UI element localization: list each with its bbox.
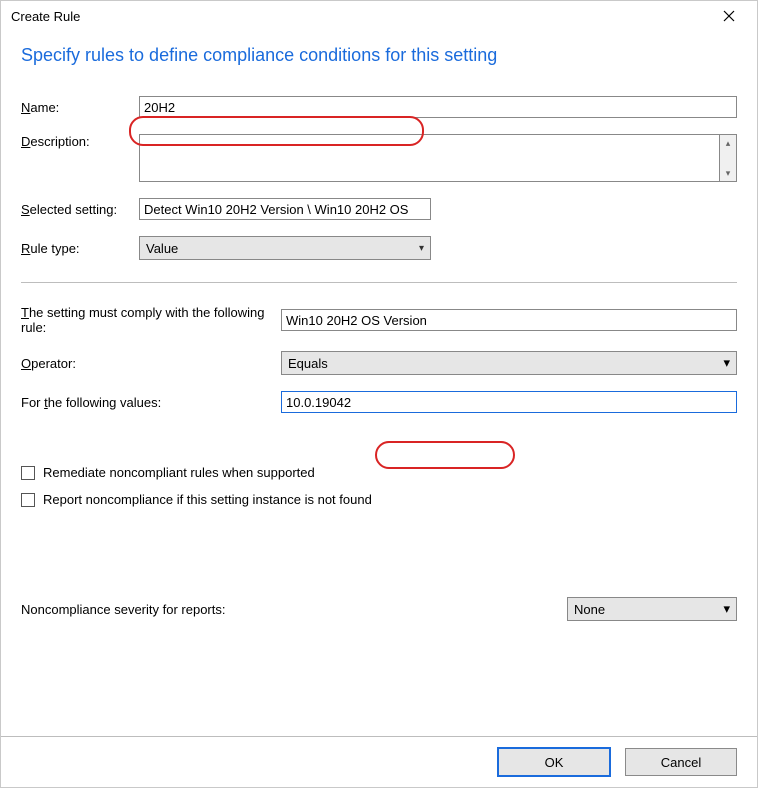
- chevron-down-icon: ▾: [723, 355, 730, 371]
- remediate-checkbox[interactable]: [21, 466, 35, 480]
- close-button[interactable]: [707, 2, 751, 30]
- ok-button[interactable]: OK: [497, 747, 611, 777]
- noncompliance-combo[interactable]: None ▾: [567, 597, 737, 621]
- rule-type-value: Value: [146, 241, 178, 256]
- description-scrollbar[interactable]: ▴ ▾: [719, 134, 737, 182]
- scroll-down-icon: ▾: [720, 165, 736, 181]
- separator: [21, 282, 737, 283]
- titlebar: Create Rule: [1, 1, 757, 31]
- window-title: Create Rule: [11, 9, 80, 24]
- operator-label: Operator:: [21, 356, 281, 371]
- report-notfound-checkbox[interactable]: [21, 493, 35, 507]
- description-input[interactable]: [139, 134, 719, 182]
- description-label: Description:: [21, 134, 139, 149]
- values-label: For the following values:: [21, 395, 281, 410]
- operator-combo[interactable]: Equals ▾: [281, 351, 737, 375]
- noncompliance-label: Noncompliance severity for reports:: [21, 602, 567, 617]
- report-notfound-label: Report noncompliance if this setting ins…: [43, 492, 372, 507]
- values-input[interactable]: [281, 391, 737, 413]
- chevron-down-icon: ▾: [723, 601, 730, 617]
- rule-type-combo[interactable]: Value ▾: [139, 236, 431, 260]
- remediate-label: Remediate noncompliant rules when suppor…: [43, 465, 315, 480]
- create-rule-dialog: Create Rule Specify rules to define comp…: [0, 0, 758, 788]
- name-input[interactable]: [139, 96, 737, 118]
- scroll-up-icon: ▴: [720, 135, 736, 151]
- selected-setting-display[interactable]: [139, 198, 431, 220]
- close-icon: [723, 10, 735, 22]
- rule-type-label: Rule type:: [21, 241, 139, 256]
- name-label: Name:: [21, 100, 139, 115]
- rule-name-display: Win10 20H2 OS Version: [281, 309, 737, 331]
- selected-setting-label: Selected setting:: [21, 202, 139, 217]
- button-bar: OK Cancel: [1, 736, 757, 787]
- page-heading: Specify rules to define compliance condi…: [21, 45, 737, 66]
- noncompliance-value: None: [574, 602, 605, 617]
- operator-value: Equals: [288, 356, 328, 371]
- cancel-button[interactable]: Cancel: [625, 748, 737, 776]
- client-area: Specify rules to define compliance condi…: [1, 31, 757, 736]
- comply-label: The setting must comply with the followi…: [21, 305, 281, 335]
- chevron-down-icon: ▾: [419, 243, 424, 254]
